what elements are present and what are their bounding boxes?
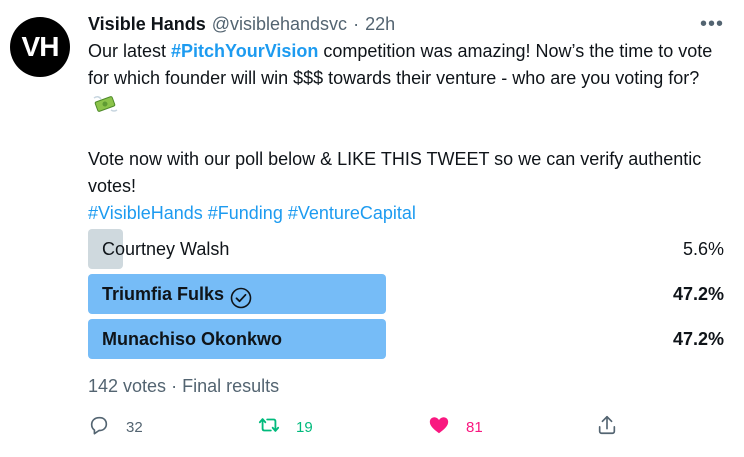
- retweet-icon: [258, 414, 280, 440]
- tweet-text: Our latest #PitchYourVision competition …: [88, 38, 728, 227]
- retweet-button[interactable]: 19: [258, 412, 313, 442]
- tweet-paragraph-2: Vote now with our poll below & LIKE THIS…: [88, 149, 702, 196]
- poll-option: Courtney Walsh 5.6%: [88, 229, 724, 269]
- poll-status: Final results: [182, 376, 280, 396]
- poll-option-label-wrap: Triumfia Fulks: [102, 274, 252, 314]
- hashtag-venturecapital[interactable]: #VentureCapital: [288, 203, 416, 223]
- like-button[interactable]: 81: [428, 412, 483, 442]
- timestamp[interactable]: 22h: [365, 14, 395, 35]
- more-horizontal-icon: •••: [699, 13, 724, 35]
- author-handle[interactable]: @visiblehandsvc: [212, 14, 347, 35]
- poll-option-label: Munachiso Okonkwo: [102, 329, 283, 349]
- header-separator: ·: [353, 13, 360, 34]
- poll-option-percent: 47.2%: [672, 329, 724, 349]
- heart-icon: [428, 414, 450, 440]
- poll-meta-separator: ·: [171, 376, 178, 396]
- vote-count: 142 votes: [88, 376, 167, 396]
- poll-option: Munachiso Okonkwo 47.2%: [88, 319, 724, 359]
- reply-button[interactable]: 32: [88, 412, 143, 442]
- more-options-button[interactable]: •••: [700, 14, 724, 34]
- like-count: 81: [466, 418, 483, 436]
- hashtag-pitchyourvision[interactable]: #PitchYourVision: [171, 41, 318, 61]
- tweet-paragraph-1: Our latest #PitchYourVision competition …: [88, 38, 728, 119]
- voted-check-icon: [230, 283, 252, 309]
- poll-option: Triumfia Fulks 47.2%: [88, 274, 724, 314]
- reply-icon: [88, 414, 110, 440]
- avatar[interactable]: VH: [10, 17, 70, 77]
- hashtag-visiblehands[interactable]: #VisibleHands: [88, 203, 203, 223]
- text-segment: Our latest: [88, 41, 172, 61]
- author-name[interactable]: Visible Hands: [88, 14, 206, 35]
- retweet-count: 19: [296, 418, 313, 436]
- money-with-wings-icon: [92, 94, 118, 112]
- poll-option-percent: 5.6%: [682, 239, 724, 259]
- poll-option-label: Triumfia Fulks: [102, 284, 225, 304]
- poll-meta: 142 votes · Final results: [88, 376, 279, 397]
- reply-count: 32: [126, 418, 143, 436]
- share-button[interactable]: [596, 412, 618, 442]
- tweet[interactable]: VH Visible Hands @visiblehandsvc · 22h •…: [0, 0, 744, 457]
- poll-option-percent: 47.2%: [672, 284, 724, 304]
- tweet-hashtags: #VisibleHands #Funding #VentureCapital: [88, 200, 728, 227]
- tweet-actions: 32 19 81: [88, 412, 648, 442]
- share-icon: [596, 414, 618, 440]
- tweet-header: Visible Hands @visiblehandsvc · 22h: [88, 12, 395, 36]
- poll-option-label: Courtney Walsh: [102, 239, 230, 259]
- hashtag-funding[interactable]: #Funding: [208, 203, 283, 223]
